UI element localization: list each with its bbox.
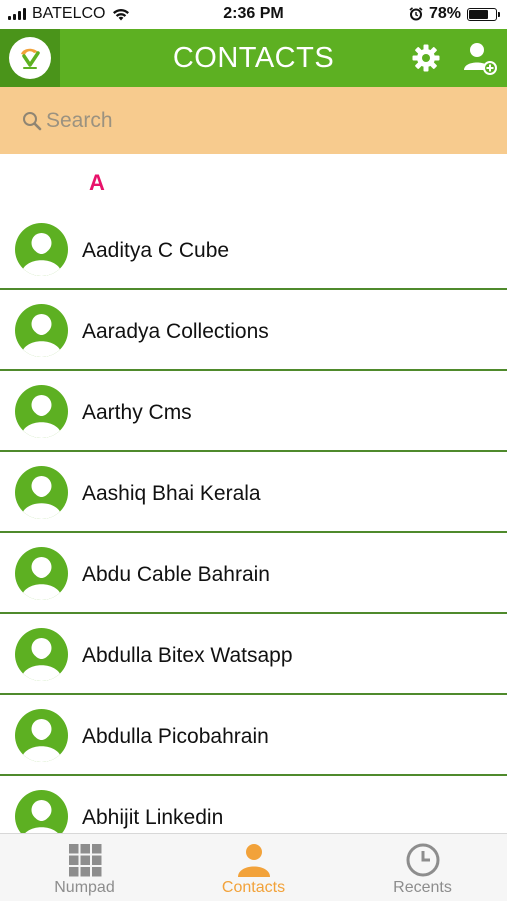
tab-bar: Numpad Contacts Recents: [0, 833, 507, 901]
contact-row[interactable]: Abdu Cable Bahrain: [0, 533, 507, 614]
search-icon: [23, 112, 42, 131]
contact-name: Aarthy Cms: [82, 401, 192, 424]
contact-name: Aaradya Collections: [82, 320, 269, 343]
battery-percent: 78%: [428, 5, 461, 22]
contact-row[interactable]: Aarthy Cms: [0, 371, 507, 452]
alarm-icon: [409, 7, 423, 21]
grid-icon: [67, 842, 103, 878]
contact-row[interactable]: Abdulla Bitex Watsapp: [0, 614, 507, 695]
contact-name: Aaditya C Cube: [82, 239, 230, 262]
app-header: CONTACTS: [0, 29, 507, 87]
person-icon: [236, 842, 272, 878]
tab-contacts[interactable]: Contacts: [169, 834, 338, 901]
avatar-icon: [15, 466, 68, 519]
search-bar: [0, 87, 507, 154]
tab-numpad[interactable]: Numpad: [0, 834, 169, 901]
contact-list: Aaditya C Cube Aaradya Collections Aarthy …: [0, 209, 507, 857]
contact-name: Abdulla Bitex Watsapp: [82, 644, 293, 667]
avatar-icon: [15, 547, 68, 600]
avatar-icon: [15, 628, 68, 681]
tab-label: Numpad: [54, 879, 115, 896]
status-bar: BATELCO 2:36 PM 78%: [0, 0, 507, 29]
contact-row[interactable]: Aashiq Bhai Kerala: [0, 452, 507, 533]
section-letter: A: [89, 170, 105, 195]
gear-icon[interactable]: [410, 42, 442, 74]
add-contact-icon[interactable]: [462, 40, 498, 76]
status-right: 78%: [409, 5, 500, 23]
contact-row[interactable]: Aaradya Collections: [0, 290, 507, 371]
contact-row[interactable]: Aaditya C Cube: [0, 209, 507, 290]
contact-row[interactable]: Abdulla Picobahrain: [0, 695, 507, 776]
avatar-icon: [15, 709, 68, 762]
search-field[interactable]: [22, 109, 446, 133]
avatar-icon: [15, 304, 68, 357]
tab-recents[interactable]: Recents: [338, 834, 507, 901]
battery-icon: [467, 7, 500, 21]
tab-label: Recents: [393, 879, 452, 896]
avatar-icon: [15, 385, 68, 438]
avatar-icon: [15, 223, 68, 276]
tab-label: Contacts: [221, 879, 286, 896]
search-input[interactable]: [46, 109, 446, 133]
contact-name: Abdulla Picobahrain: [82, 725, 269, 748]
battery-fill: [469, 9, 488, 19]
clock-icon: [405, 842, 441, 878]
contact-name: Aashiq Bhai Kerala: [82, 482, 261, 505]
contact-name: Abdu Cable Bahrain: [82, 563, 270, 586]
section-header: A: [0, 154, 507, 209]
